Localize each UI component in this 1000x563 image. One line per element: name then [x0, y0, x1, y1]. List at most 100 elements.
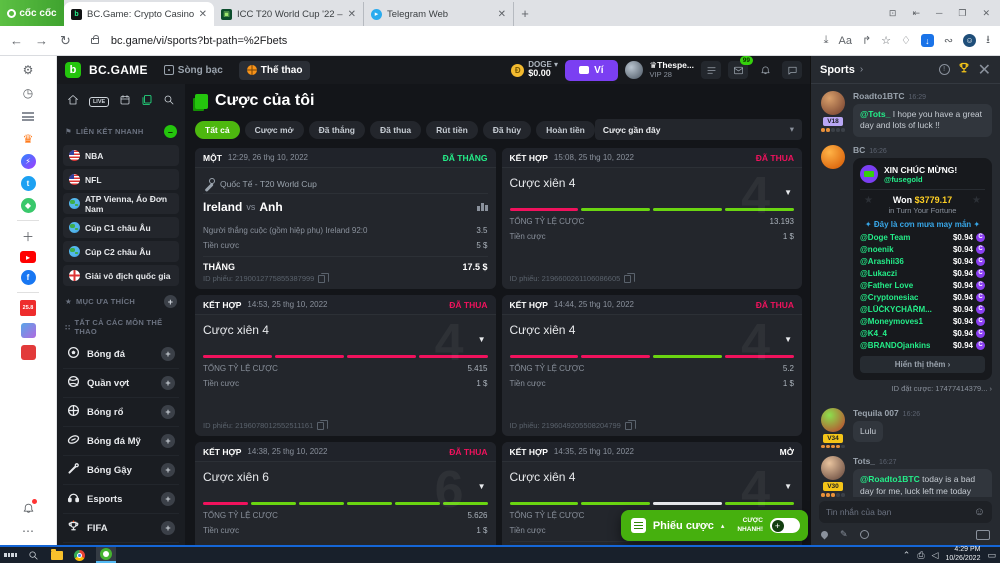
bookmark-star-icon[interactable]: ☆: [881, 34, 891, 47]
close-window-button[interactable]: ✕: [982, 8, 990, 19]
rain-winner-row[interactable]: @Father Love$0.94C: [860, 281, 985, 290]
history-icon[interactable]: ◷: [20, 85, 36, 101]
expand-sport-button[interactable]: +: [161, 405, 175, 419]
lock-icon[interactable]: [91, 38, 99, 44]
nav-sports[interactable]: Thế thao: [239, 61, 311, 80]
tray-expand-icon[interactable]: ⌃: [903, 550, 911, 561]
bet-card-combo[interactable]: KẾT HỢP14:38, 25 thg 10, 2022ĐÃ THUA Cượ…: [195, 442, 496, 545]
back-icon[interactable]: ←: [10, 33, 23, 48]
expand-sport-button[interactable]: +: [161, 376, 175, 390]
expand-icon[interactable]: ▼: [784, 188, 792, 197]
rain-winner-row[interactable]: @Doge Team$0.94C: [860, 233, 985, 242]
close-tab-icon[interactable]: ✕: [348, 9, 356, 20]
chat-input[interactable]: Tin nhắn của bạn ☺: [819, 501, 992, 523]
sidebar-quick-link[interactable]: Giải vô địch quốc gia: [63, 265, 179, 286]
browser-tab-icc[interactable]: ▣ICC T20 World Cup '22 – $50✕: [214, 2, 364, 26]
new-tab-button[interactable]: +: [514, 2, 536, 26]
user-avatar[interactable]: [625, 61, 643, 79]
sidebar-sport-bóng-rổ[interactable]: Bóng rổ+: [63, 398, 179, 427]
file-explorer-icon[interactable]: [50, 549, 63, 562]
chat-room-selector[interactable]: Sports: [820, 64, 855, 76]
sidebar-sport-bóng-đá[interactable]: Bóng đá+: [63, 340, 179, 369]
save-page-icon[interactable]: ⤓: [824, 34, 829, 47]
sidebar-quick-link[interactable]: NBA: [63, 145, 179, 166]
trophy-icon[interactable]: [958, 61, 970, 79]
winner-username[interactable]: @fusegold: [884, 175, 957, 184]
download-extension-icon[interactable]: ↓: [921, 34, 934, 47]
chat-toggle-icon[interactable]: [782, 61, 802, 79]
expand-sport-button[interactable]: +: [161, 347, 175, 361]
copy-icon[interactable]: [625, 422, 632, 430]
cast-icon[interactable]: ⊡: [889, 8, 897, 19]
bet-card-combo[interactable]: KẾT HỢP14:44, 25 thg 10, 2022ĐÃ THUA Cượ…: [502, 295, 803, 436]
facebook-icon[interactable]: f: [21, 270, 36, 285]
brand-name[interactable]: BC.GAME: [89, 63, 148, 77]
bell-icon[interactable]: [755, 61, 775, 79]
close-chat-icon[interactable]: ✕: [978, 60, 991, 80]
game-icon[interactable]: ◆: [21, 198, 36, 213]
user-info[interactable]: ♛Thespe...VIP 28: [650, 61, 694, 79]
bet-list-icon[interactable]: [701, 61, 721, 79]
share-icon[interactable]: ↱: [862, 34, 871, 47]
emoji-icon[interactable]: ☺: [974, 506, 985, 518]
sidebar-sport-bóng-đá-mỹ[interactable]: Bóng đá Mỹ+: [63, 427, 179, 456]
rain-winner-row[interactable]: @BRANDOjankins$0.94C: [860, 341, 985, 350]
wallet-button[interactable]: Ví: [565, 60, 617, 81]
copy-icon[interactable]: [318, 275, 325, 283]
avatar[interactable]: [821, 91, 845, 115]
volume-icon[interactable]: ◁: [932, 550, 939, 561]
chrome-icon[interactable]: [73, 549, 86, 562]
sidebar-sport-fifa[interactable]: FIFA+: [63, 514, 179, 543]
info-icon[interactable]: !: [939, 64, 950, 75]
feed-list-icon[interactable]: [20, 108, 36, 124]
sidebar-sport-esports[interactable]: Esports+: [63, 485, 179, 514]
crown-icon[interactable]: ♛: [20, 131, 36, 147]
minimize-window-button[interactable]: ─: [936, 8, 942, 18]
sidebar-quick-link[interactable]: ATP Vienna, Áo Đơn Nam: [63, 193, 179, 214]
chevron-right-icon[interactable]: ›: [860, 64, 863, 75]
avatar[interactable]: [821, 456, 845, 480]
avatar[interactable]: [821, 408, 845, 432]
red-shortcut-icon[interactable]: [21, 345, 36, 360]
restore-window-button[interactable]: ❐: [958, 8, 966, 19]
home-icon[interactable]: [67, 93, 79, 111]
sort-dropdown[interactable]: Cược gần đây▾: [595, 119, 802, 140]
bet-slip-button[interactable]: Phiếu cược ▴ CƯỢC NHANH!: [621, 510, 808, 541]
rain-winner-row[interactable]: @Arashii36$0.94C: [860, 257, 985, 266]
close-tab-icon[interactable]: ✕: [498, 9, 506, 20]
more-icon[interactable]: ⋯: [20, 523, 36, 539]
bet-card-combo[interactable]: KẾT HỢP15:08, 25 thg 10, 2022ĐÃ THUA Cượ…: [502, 148, 803, 289]
browser-profile-icon[interactable]: ☺: [963, 34, 976, 47]
taskbar-search-icon[interactable]: [27, 549, 40, 562]
bcgame-logo-icon[interactable]: b: [65, 62, 81, 78]
filter-pill[interactable]: Đã thắng: [309, 121, 365, 139]
filter-pill[interactable]: Rút tiền: [426, 121, 478, 139]
taskbar-clock[interactable]: 4:29 PM10/26/2022: [945, 546, 980, 563]
notification-center-icon[interactable]: ▭: [987, 550, 996, 561]
filter-pill[interactable]: Cược mở: [245, 121, 304, 139]
expand-sport-button[interactable]: +: [161, 463, 175, 477]
browser-tab-bcgame[interactable]: bBC.Game: Crypto Casino Gan✕: [64, 2, 214, 26]
currency-selector[interactable]: Đ DOGE ▾$0.00: [511, 61, 558, 80]
sidebar-sport-quần-vợt[interactable]: Quần vợt+: [63, 369, 179, 398]
filter-pill[interactable]: Đã hủy: [483, 121, 531, 139]
settings-gear-icon[interactable]: ⚙: [20, 62, 36, 78]
downloads-tray-icon[interactable]: ⭳: [986, 31, 990, 50]
bet-card-combo[interactable]: KẾT HỢP14:53, 25 thg 10, 2022ĐÃ THUA Cượ…: [195, 295, 496, 436]
expand-sport-button[interactable]: +: [161, 492, 175, 506]
rain-icon[interactable]: [820, 530, 830, 540]
notifications-bell-icon[interactable]: [20, 500, 36, 516]
expand-icon[interactable]: ▼: [478, 335, 486, 344]
filter-pill[interactable]: Tất cả: [195, 121, 240, 139]
rain-winner-row[interactable]: @noenik$0.94C: [860, 245, 985, 254]
copy-icon[interactable]: [317, 422, 324, 430]
messenger-icon[interactable]: ⚡: [21, 154, 36, 169]
avatar[interactable]: [821, 145, 845, 169]
quick-bet-toggle[interactable]: [770, 518, 800, 533]
bet-card-single[interactable]: MỘT12:29, 26 thg 10, 2022ĐÃ THẮNG Quốc T…: [195, 148, 496, 289]
my-bets-icon[interactable]: [141, 93, 153, 111]
tip-coin-icon[interactable]: [860, 530, 869, 539]
expand-icon[interactable]: ▼: [784, 482, 792, 491]
shopee-sale-icon[interactable]: 25.8: [20, 300, 36, 316]
tab-arrow-icon[interactable]: ⇤: [912, 8, 920, 19]
